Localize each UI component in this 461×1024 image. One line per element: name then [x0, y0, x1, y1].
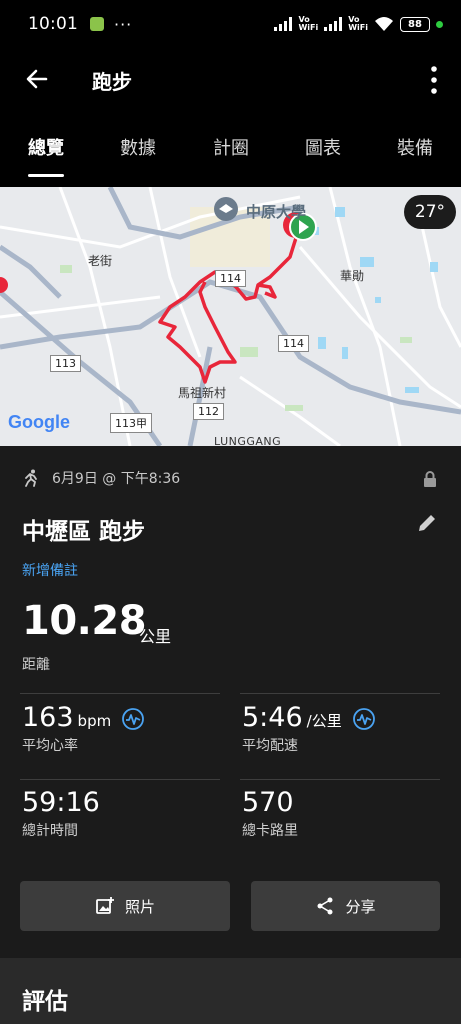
stat-label: 平均配速	[242, 738, 298, 754]
tab-laps[interactable]: 計圈	[213, 134, 249, 160]
divider	[20, 779, 220, 780]
vowifi-label: Vo WiFi	[298, 15, 319, 32]
stat-unit: bpm	[77, 712, 112, 730]
distance-value: 10.28	[22, 598, 147, 644]
activity-date: 6月9日 @ 下午8:36	[52, 471, 181, 487]
add-photo-icon	[96, 897, 114, 914]
active-tab-indicator	[28, 174, 64, 177]
status-bar: 10:01 ··· Vo WiFi Vo WiFi 88	[0, 0, 461, 48]
stat-label: 平均心率	[22, 738, 78, 754]
signal-icon-2	[324, 17, 343, 31]
map-label-huaxun: 華勛	[340, 269, 365, 283]
stat-value: 59:16	[22, 787, 100, 818]
share-button[interactable]: 分享	[251, 881, 440, 931]
page-title: 跑步	[92, 70, 132, 94]
app-header: 跑步	[0, 52, 461, 108]
wifi-icon	[375, 17, 393, 31]
temperature-badge: 27°	[404, 195, 456, 229]
add-note-link[interactable]: 新增備註	[22, 560, 78, 580]
lock-icon[interactable]	[422, 470, 438, 488]
more-notifications-icon: ···	[114, 14, 133, 34]
stat-label: 總卡路里	[242, 823, 298, 839]
share-button-label: 分享	[345, 897, 376, 916]
road-shield: 113甲	[110, 413, 152, 433]
evaluation-section[interactable]: 評估	[0, 958, 461, 1024]
stat-avg-pace: 5:46/公里 平均配速	[242, 702, 375, 755]
map-label-mazu-village: 馬祖新村	[178, 386, 227, 400]
more-options-icon[interactable]	[424, 64, 444, 96]
stat-label: 總計時間	[22, 823, 78, 839]
stat-avg-heart-rate: 163 bpm 平均心率	[22, 702, 145, 755]
privacy-indicator	[436, 20, 443, 28]
activity-summary: 6月9日 @ 下午8:36 中壢區 跑步 新增備註 10.28 公里 距離 16…	[0, 446, 461, 1024]
stat-value: 570	[242, 787, 294, 818]
battery-icon: 88	[400, 16, 430, 32]
activity-title: 中壢區 跑步	[22, 519, 146, 545]
stat-value: 5:46	[242, 702, 303, 733]
distance-unit: 公里	[139, 627, 172, 646]
heart-rate-chart-icon[interactable]	[122, 707, 145, 730]
route-map[interactable]: 中原大學 老街 華勛 馬祖新村 LUNGGANG 114 114 113 113…	[0, 187, 461, 446]
stat-unit: /公里	[306, 712, 342, 730]
tab-bar: 總覽 數據 計圈 圖表 裝備	[0, 122, 461, 178]
edit-pencil-icon[interactable]	[416, 512, 438, 534]
google-logo: Google	[8, 412, 70, 432]
vowifi-label-2: Vo WiFi	[348, 15, 368, 32]
tab-data[interactable]: 數據	[120, 134, 156, 160]
app-notification-icon	[90, 17, 104, 31]
road-shield: 112	[193, 403, 224, 420]
divider	[240, 693, 440, 694]
photos-button[interactable]: 照片	[20, 881, 230, 931]
tab-overview[interactable]: 總覽	[28, 134, 64, 160]
distance-label: 距離	[22, 657, 50, 673]
activity-date-row: 6月9日 @ 下午8:36	[22, 468, 180, 488]
tab-charts[interactable]: 圖表	[305, 134, 341, 160]
running-icon	[25, 469, 37, 487]
divider	[240, 779, 440, 780]
stat-value: 163	[22, 702, 74, 733]
evaluation-title: 評估	[22, 989, 68, 1015]
road-shield: 113	[50, 355, 81, 372]
photos-button-label: 照片	[124, 897, 155, 916]
map-label-lunggang: LUNGGANG	[214, 435, 282, 446]
divider	[20, 693, 220, 694]
clock: 10:01	[28, 14, 78, 34]
tab-gear[interactable]: 裝備	[397, 134, 433, 160]
signal-icon	[274, 17, 293, 31]
map-label-old-street: 老街	[88, 254, 113, 268]
pace-chart-icon[interactable]	[352, 707, 375, 730]
back-arrow-icon[interactable]	[22, 64, 52, 94]
stat-total-calories: 570 總卡路里	[242, 787, 298, 840]
stat-total-time: 59:16 總計時間	[22, 787, 100, 840]
map-label-university: 中原大學	[246, 203, 307, 221]
share-icon	[317, 897, 333, 915]
road-shield: 114	[278, 335, 309, 352]
road-shield: 114	[215, 270, 246, 287]
